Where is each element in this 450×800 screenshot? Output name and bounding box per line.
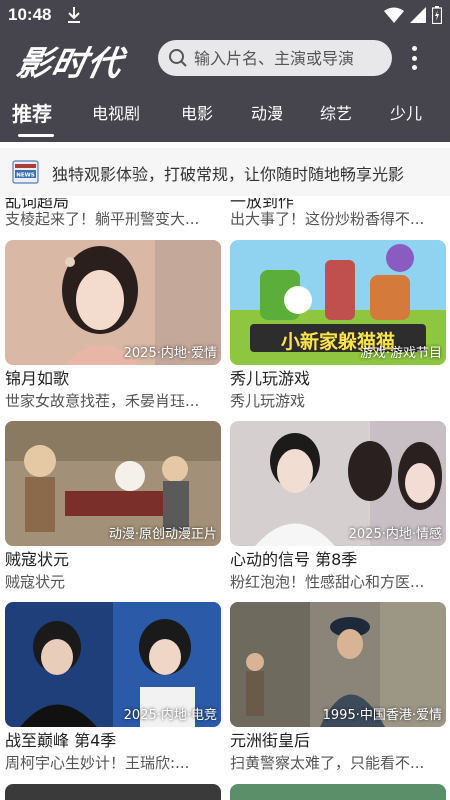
signal-icon [410,7,426,23]
status-time: 10:48 [8,5,52,24]
video-thumbnail[interactable]: 2025·内地·电竞 [5,602,221,727]
video-subtitle: 粉红泡泡！性感甜心和方医... [230,573,425,591]
video-tag: 游戏·游戏节目 [359,346,442,361]
video-tag: 2025·内地·电竞 [123,708,217,723]
video-card[interactable]: 2025·内地·情感 心动的信号 第8季 粉红泡泡！性感甜心和方医... [230,421,446,593]
video-thumbnail[interactable]: 小新家躲猫猫 游戏·游戏节目 [230,240,446,365]
tab-tv-series[interactable]: 电视剧 [92,84,140,142]
video-thumbnail[interactable]: 1995·中国香港·爱情 [230,602,446,727]
tab-anime[interactable]: 动漫 [251,84,283,142]
video-subtitle: 扫黄警察太难了，只能看不... [230,754,425,772]
partial-thumbnail[interactable] [5,784,221,800]
search-bar[interactable] [158,40,392,76]
active-tab-indicator [18,134,54,137]
video-subtitle: 世家女故意找茬，禾晏肖珏... [5,392,200,410]
partial-card-subtitle: 出大事了！这份炒粉香得不... [230,210,425,228]
video-tag: 1995·中国香港·爱情 [322,708,442,723]
video-subtitle: 贼寇状元 [5,573,66,591]
notice-bar[interactable]: NEWS 独特观影体验，打破常规，让你随时随地畅享光影 [0,148,450,196]
video-title[interactable]: 战至巅峰 第4季 [5,730,221,752]
content-grid: 乱词超局 支棱起来了！躺平刑警变大... 一放到作 出大事了！这份炒粉香得不..… [0,198,450,800]
video-card[interactable]: 2025·内地·电竞 战至巅峰 第4季 周柯宇心生妙计！王瑞欣:... [5,602,221,774]
tab-movies[interactable]: 电影 [181,84,213,142]
video-card[interactable]: 2025·内地·爱情 锦月如歌 世家女故意找茬，禾晏肖珏... [5,240,221,412]
video-title[interactable]: 秀儿玩游戏 [230,368,446,390]
video-card[interactable]: 小新家躲猫猫 游戏·游戏节目 秀儿玩游戏 秀儿玩游戏 [230,240,446,412]
video-thumbnail[interactable]: 2025·内地·爱情 [5,240,221,365]
search-icon [169,49,187,67]
more-options-icon[interactable] [404,44,424,72]
search-input[interactable] [194,48,384,68]
battery-icon [432,6,442,24]
category-tabs: 推荐 电视剧 电影 动漫 综艺 少儿 [0,84,450,142]
tab-kids[interactable]: 少儿 [390,84,422,142]
partial-thumbnail[interactable] [230,784,446,800]
news-icon: NEWS [12,160,39,184]
partial-card-subtitle: 支棱起来了！躺平刑警变大... [5,210,200,228]
video-subtitle: 周柯宇心生妙计！王瑞欣:... [5,754,190,772]
status-bar: 10:48 [0,0,450,32]
partial-row: 乱词超局 支棱起来了！躺平刑警变大... 一放到作 出大事了！这份炒粉香得不..… [0,198,450,234]
app-bar: 影时代 [0,32,450,84]
video-title[interactable]: 元洲街皇后 [230,730,446,752]
video-card[interactable]: 1995·中国香港·爱情 元洲街皇后 扫黄警察太难了，只能看不... [230,602,446,774]
notice-text: 独特观影体验，打破常规，让你随时随地畅享光影 [52,165,405,184]
video-thumbnail[interactable]: 动漫·原创动漫正片 [5,421,221,546]
video-tag: 动漫·原创动漫正片 [108,527,217,542]
video-title[interactable]: 锦月如歌 [5,368,221,390]
news-icon-label: NEWS [16,173,34,179]
wifi-icon [384,7,404,23]
tab-variety[interactable]: 综艺 [320,84,352,142]
video-card[interactable]: 动漫·原创动漫正片 贼寇状元 贼寇状元 [5,421,221,593]
video-title[interactable]: 贼寇状元 [5,549,221,571]
video-title[interactable]: 心动的信号 第8季 [230,549,446,571]
video-tag: 2025·内地·爱情 [123,346,217,361]
video-tag: 2025·内地·情感 [348,527,442,542]
app-logo: 影时代 [13,44,127,84]
video-subtitle: 秀儿玩游戏 [230,392,306,410]
download-icon [68,7,80,23]
video-thumbnail[interactable]: 2025·内地·情感 [230,421,446,546]
